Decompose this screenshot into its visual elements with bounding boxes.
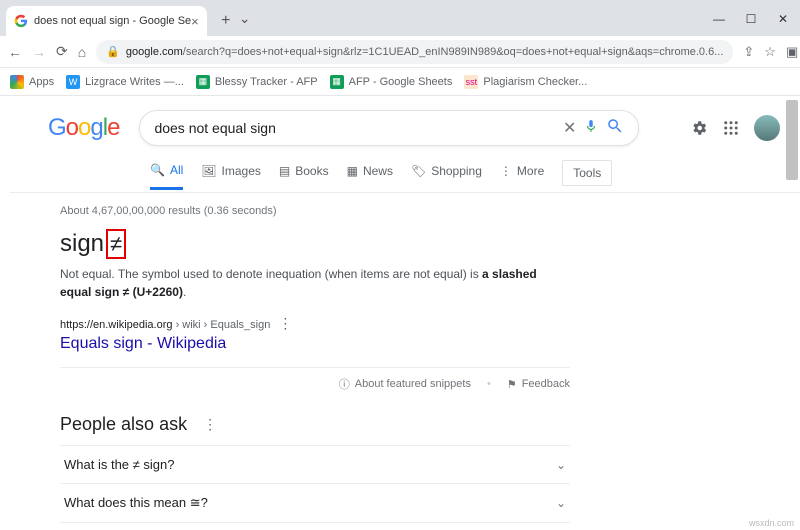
bookmarks-bar: Apps WLizgrace Writes —... ▦Blessy Track… (0, 68, 800, 96)
paa-item[interactable]: What is the ≠ sign?⌄ (60, 446, 570, 484)
search-box[interactable]: ✕ (139, 110, 639, 146)
browser-navbar: ← → ⟳ ⌂ 🔒 google.com/search?q=does+not+e… (0, 36, 800, 68)
result-stats: About 4,67,00,00,000 results (0.36 secon… (60, 205, 570, 217)
url-text: google.com/search?q=does+not+equal+sign&… (126, 46, 723, 58)
lock-icon: 🔒 (106, 45, 120, 58)
google-apps-icon[interactable] (722, 119, 740, 137)
book-icon: ▤ (279, 164, 290, 178)
results: About 4,67,00,00,000 results (0.36 secon… (10, 193, 570, 530)
featured-snippet-title: sign≠ (60, 229, 570, 259)
search-tabs: 🔍All 🖼Images ▤Books ▦News 🏷Shopping ⋮Mor… (10, 146, 800, 193)
tab-books[interactable]: ▤Books (279, 164, 329, 188)
tag-icon: 🏷 (411, 164, 426, 178)
result-cite: https://en.wikipedia.org › wiki › Equals… (60, 315, 570, 332)
paa-menu-icon[interactable]: ⋮ (203, 416, 217, 433)
clear-search-icon[interactable]: ✕ (563, 118, 576, 138)
google-header: Google ✕ (10, 96, 800, 146)
image-icon: 🖼 (201, 164, 216, 178)
window-controls: — ☐ ✕ (712, 12, 800, 26)
close-button[interactable]: ✕ (776, 12, 790, 26)
google-logo[interactable]: Google (48, 114, 119, 142)
maximize-button[interactable]: ☐ (744, 12, 758, 26)
feedback-icon: ⚑ (507, 378, 517, 391)
highlighted-symbol: ≠ (106, 229, 126, 259)
search-icon: 🔍 (150, 163, 165, 177)
share-icon[interactable]: ⇪ (743, 44, 754, 60)
bookmark-afp-sheets[interactable]: ▦AFP - Google Sheets (330, 75, 453, 89)
snippet-feedback[interactable]: ⚑Feedback (507, 378, 570, 391)
result-menu-icon[interactable]: ⋮ (278, 315, 292, 331)
tab-title: does not equal sign - Google Se (34, 15, 191, 27)
bookmark-apps[interactable]: Apps (10, 75, 54, 89)
minimize-button[interactable]: — (712, 12, 726, 26)
tab-all[interactable]: 🔍All (150, 163, 183, 190)
chevron-down-icon: ⌄ (556, 458, 566, 472)
tab-shopping[interactable]: 🏷Shopping (411, 164, 482, 188)
watermark: wsxdn.com (749, 518, 794, 528)
result-link-wikipedia[interactable]: Equals sign - Wikipedia (60, 335, 570, 353)
tab-images[interactable]: 🖼Images (201, 164, 261, 188)
more-icon: ⋮ (500, 164, 512, 178)
tab-close-icon[interactable]: × (191, 14, 199, 29)
home-button[interactable]: ⌂ (78, 44, 86, 60)
paa-item[interactable]: What does =/= mean in math?⌄ (60, 523, 570, 530)
navbar-right-icons: ⇪ ☆ ▣ ◎ ▮ ⋮ (743, 43, 800, 61)
about-featured-snippets[interactable]: ⓘAbout featured snippets (339, 376, 471, 392)
featured-snippet-description: Not equal. The symbol used to denote ine… (60, 265, 570, 301)
people-also-ask-list: What is the ≠ sign?⌄ What does this mean… (60, 445, 570, 530)
tab-more[interactable]: ⋮More (500, 164, 544, 188)
settings-gear-icon[interactable] (690, 119, 708, 137)
page-content: Google ✕ 🔍All 🖼Images ▤Books ▦News 🏷Shop… (0, 96, 800, 530)
new-tab-button[interactable]: + (213, 8, 239, 34)
info-icon: ⓘ (339, 376, 350, 392)
browser-titlebar: does not equal sign - Google Se × + ⌄ — … (0, 0, 800, 36)
paa-item[interactable]: What does this mean ≅?⌄ (60, 484, 570, 523)
bookmark-lizgrace[interactable]: WLizgrace Writes —... (66, 75, 184, 89)
back-button[interactable]: ← (8, 44, 22, 60)
scrollbar-thumb[interactable] (786, 100, 798, 180)
account-avatar[interactable] (754, 115, 780, 141)
extension-a-icon[interactable]: ▣ (786, 44, 798, 60)
bookmark-star-icon[interactable]: ☆ (764, 44, 776, 60)
voice-search-icon[interactable] (584, 117, 598, 140)
address-bar[interactable]: 🔒 google.com/search?q=does+not+equal+sig… (96, 40, 733, 64)
forward-button[interactable]: → (32, 44, 46, 60)
browser-tab[interactable]: does not equal sign - Google Se × (6, 6, 207, 36)
bookmark-plagiarism[interactable]: sstPlagiarism Checker... (464, 75, 587, 89)
search-icon[interactable] (606, 117, 624, 140)
header-right (690, 115, 780, 141)
snippet-footer: ⓘAbout featured snippets • ⚑Feedback (60, 367, 570, 392)
chevron-down-icon: ⌄ (556, 496, 566, 510)
news-icon: ▦ (347, 164, 358, 178)
bookmark-blessy-tracker[interactable]: ▦Blessy Tracker - AFP (196, 75, 318, 89)
reload-button[interactable]: ⟳ (56, 43, 68, 60)
search-input[interactable] (154, 120, 555, 136)
tools-button[interactable]: Tools (562, 160, 612, 186)
tab-list-chevron-icon[interactable]: ⌄ (239, 10, 251, 27)
tab-news[interactable]: ▦News (347, 164, 393, 188)
google-favicon (14, 14, 28, 28)
people-also-ask-title: People also ask⋮ (60, 414, 570, 435)
